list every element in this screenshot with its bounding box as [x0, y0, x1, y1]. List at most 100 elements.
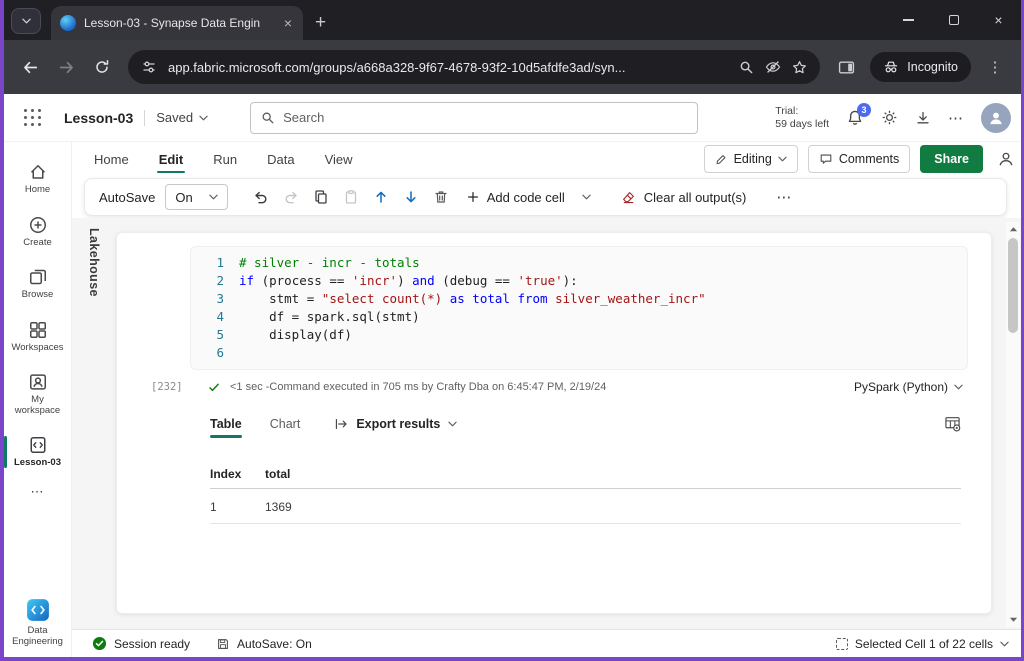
incognito-badge[interactable]: Incognito	[870, 52, 971, 82]
tab-home[interactable]: Home	[94, 142, 129, 176]
export-results-dropdown[interactable]: Export results	[334, 417, 457, 438]
new-tab-button[interactable]: +	[315, 15, 326, 31]
paste-button[interactable]	[336, 182, 366, 212]
code-line[interactable]: if (process == 'incr') and (debug == 'tr…	[239, 272, 967, 290]
autosave-status[interactable]: AutoSave: On	[216, 637, 312, 651]
scroll-up-button[interactable]	[1009, 222, 1018, 236]
save-status-dropdown[interactable]: Saved	[156, 110, 208, 125]
undo-icon	[253, 189, 269, 205]
tracking-prevention-eye-icon[interactable]	[765, 59, 781, 75]
comments-button[interactable]: Comments	[808, 145, 910, 173]
status-bar: Session ready AutoSave: On Selected Cell…	[72, 629, 1021, 657]
sidebar-item-workspaces[interactable]: Workspaces	[4, 312, 71, 362]
back-button[interactable]	[14, 51, 46, 83]
session-ready-check-icon	[92, 636, 107, 651]
browser-menu-button[interactable]: ⋮	[979, 51, 1011, 83]
redo-button[interactable]	[276, 182, 306, 212]
line-number: 2	[191, 272, 224, 290]
refresh-button[interactable]	[86, 51, 118, 83]
forward-arrow-icon	[58, 59, 75, 76]
vertical-scrollbar[interactable]	[1006, 222, 1020, 627]
window-minimize-button[interactable]	[886, 0, 931, 40]
code-line[interactable]: # silver - incr - totals	[239, 254, 967, 272]
toolbar-more-button[interactable]: ⋯	[776, 188, 792, 206]
undo-button[interactable]	[246, 182, 276, 212]
split-screen-button[interactable]	[830, 51, 862, 83]
editing-mode-dropdown[interactable]: Editing	[704, 145, 798, 173]
column-header: total	[265, 467, 961, 481]
tab-data[interactable]: Data	[267, 142, 294, 176]
autosave-label: AutoSave	[99, 190, 155, 205]
tab-actions-button[interactable]	[11, 8, 41, 34]
sidebar-item-create[interactable]: Create	[4, 207, 71, 257]
tab-close-icon[interactable]: ×	[282, 16, 294, 30]
add-code-cell-button[interactable]: Add code cell	[466, 190, 591, 205]
sidebar-item-browse[interactable]: Browse	[4, 259, 71, 309]
search-icon[interactable]	[739, 60, 754, 75]
more-vertical-icon: ⋮	[988, 58, 1003, 76]
code-line[interactable]: display(df)	[239, 326, 967, 344]
url-text[interactable]: app.fabric.microsoft.com/groups/a668a328…	[168, 60, 728, 75]
trial-status: Trial: 59 days left	[775, 105, 829, 131]
window-close-button[interactable]: ×	[976, 0, 1021, 40]
sidebar-item-home[interactable]: Home	[4, 154, 71, 204]
forward-button[interactable]	[50, 51, 82, 83]
clear-all-outputs-button[interactable]: Clear all output(s)	[621, 190, 747, 205]
line-number: 5	[191, 326, 224, 344]
run-status-text: <1 sec -Command executed in 705 ms by Cr…	[230, 381, 845, 393]
table-settings-button[interactable]	[944, 415, 961, 439]
line-number: 6	[191, 344, 224, 362]
presence-button[interactable]	[997, 150, 1015, 168]
notifications-button[interactable]: 3	[846, 109, 864, 127]
kernel-selector[interactable]: PySpark (Python)	[854, 380, 963, 394]
cell-selection-status[interactable]: Selected Cell 1 of 22 cells	[836, 637, 1009, 651]
notification-badge: 3	[857, 103, 871, 117]
app-launcher-icon[interactable]	[24, 109, 42, 127]
window-maximize-button[interactable]	[931, 0, 976, 40]
download-button[interactable]	[915, 110, 931, 126]
header-more-button[interactable]: ⋯	[948, 109, 964, 127]
copy-button[interactable]	[306, 182, 336, 212]
share-button[interactable]: Share	[920, 145, 983, 173]
scrollbar-thumb[interactable]	[1008, 238, 1018, 333]
sidebar-item-data-engineering[interactable]: Data Engineering	[4, 592, 71, 657]
download-icon	[915, 110, 931, 126]
tab-edit[interactable]: Edit	[159, 142, 184, 176]
tab-view[interactable]: View	[325, 142, 353, 176]
move-cell-down-button[interactable]	[396, 182, 426, 212]
global-search[interactable]	[250, 102, 698, 134]
person-icon	[997, 150, 1015, 168]
table-settings-icon	[944, 415, 961, 432]
line-number: 1	[191, 254, 224, 272]
lakehouse-pane-label[interactable]: Lakehouse	[87, 228, 101, 297]
sidebar-more-button[interactable]: ⋯	[4, 480, 71, 504]
code-line[interactable]	[239, 344, 967, 362]
code-cell[interactable]: 123456 # silver - incr - totalsif (proce…	[190, 246, 968, 370]
output-tab-chart[interactable]: Chart	[270, 417, 301, 438]
settings-button[interactable]	[881, 109, 898, 126]
sidebar-item-my-workspace[interactable]: My workspace	[4, 364, 71, 424]
browser-tab[interactable]: Lesson-03 - Synapse Data Engin ×	[51, 6, 303, 40]
my-workspace-icon	[28, 372, 48, 392]
code-line[interactable]: df = spark.sql(stmt)	[239, 308, 967, 326]
paste-icon	[343, 189, 359, 205]
output-tab-table[interactable]: Table	[210, 417, 242, 438]
search-input[interactable]	[283, 110, 687, 125]
copy-icon	[313, 189, 329, 205]
app-header: Lesson-03 Saved Trial: 59 days left 3	[4, 94, 1021, 142]
code-line[interactable]: stmt = "select count(*) as total from si…	[239, 290, 967, 308]
move-cell-up-button[interactable]	[366, 182, 396, 212]
scrollbar-track[interactable]	[1006, 236, 1020, 613]
site-settings-icon[interactable]	[141, 59, 157, 75]
delete-cell-button[interactable]	[426, 182, 456, 212]
sidebar-item-lesson-03[interactable]: Lesson-03	[4, 427, 71, 477]
tab-run[interactable]: Run	[213, 142, 237, 176]
code-lines[interactable]: # silver - incr - totalsif (process == '…	[239, 254, 967, 362]
chevron-down-icon	[22, 18, 31, 24]
address-bar[interactable]: app.fabric.microsoft.com/groups/a668a328…	[128, 50, 820, 84]
favorites-star-icon[interactable]	[792, 60, 807, 75]
autosave-toggle-dropdown[interactable]: On	[165, 184, 227, 210]
scroll-down-button[interactable]	[1009, 613, 1018, 627]
account-avatar[interactable]	[981, 103, 1011, 133]
triangle-down-icon	[1009, 617, 1018, 623]
